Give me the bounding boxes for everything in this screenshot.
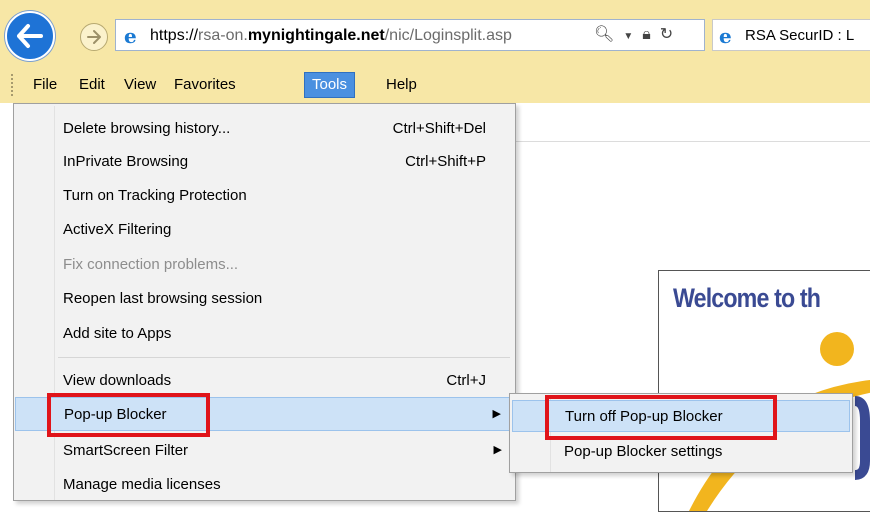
submenu-item-label: Pop-up Blocker settings (564, 443, 723, 460)
url-protocol: https:// (150, 27, 199, 44)
dropdown-arrow-icon[interactable]: ▼ (623, 27, 633, 47)
menu-edit[interactable]: Edit (72, 72, 112, 98)
menu-item-media-licenses[interactable]: Manage media licenses (15, 468, 514, 502)
nightingale-logo-icon (689, 332, 870, 511)
address-bar-row: e https://rsa-on.mynightingale.net/nic/L… (0, 0, 870, 66)
menu-favorites[interactable]: Favorites (167, 72, 243, 98)
url-subdomain: rsa-on. (198, 27, 248, 44)
menu-separator (58, 357, 510, 358)
menu-item-activex-filtering[interactable]: ActiveX Filtering (15, 213, 514, 247)
menu-bar: File Edit View Favorites Tools Help (0, 66, 870, 103)
forward-button[interactable] (80, 23, 108, 51)
menu-item-label: Reopen last browsing session (63, 290, 263, 307)
menu-item-label: SmartScreen Filter (63, 442, 189, 459)
tab-title: RSA SecurID : L (745, 27, 855, 44)
menu-view[interactable]: View (117, 72, 163, 98)
ie-logo-icon: e (124, 24, 137, 48)
arrow-left-icon (17, 24, 43, 48)
welcome-panel: Welcome to th (658, 270, 870, 512)
browser-tab[interactable]: e RSA SecurID : L (712, 19, 870, 51)
menu-item-delete-history[interactable]: Delete browsing history... Ctrl+Shift+De… (15, 112, 514, 146)
menu-item-shortcut: Ctrl+J (446, 372, 486, 389)
menubar-grip (11, 74, 15, 96)
highlight-turn-off-popup (545, 395, 777, 440)
menu-file[interactable]: File (26, 72, 64, 98)
menu-item-label: Add site to Apps (63, 325, 172, 342)
menu-help[interactable]: Help (379, 72, 424, 98)
menu-item-label: View downloads (63, 372, 172, 389)
tab-ie-icon: e (719, 24, 732, 48)
url-text[interactable]: https://rsa-on.mynightingale.net/nic/Log… (150, 27, 590, 45)
tools-menu: Delete browsing history... Ctrl+Shift+De… (13, 103, 516, 501)
menu-item-label: Fix connection problems... (63, 256, 239, 273)
arrow-right-icon (87, 30, 101, 44)
submenu-arrow-icon: ▶ (493, 444, 502, 456)
lock-icon[interactable]: 🔒︎ (642, 25, 651, 45)
highlight-popup-blocker (47, 393, 210, 437)
menu-item-tracking-protection[interactable]: Turn on Tracking Protection (15, 179, 514, 213)
menu-item-add-to-apps[interactable]: Add site to Apps (15, 317, 514, 351)
menu-item-smartscreen[interactable]: SmartScreen Filter ▶ (15, 434, 514, 468)
page-divider (515, 141, 870, 142)
submenu-arrow-icon: ▶ (492, 408, 501, 420)
url-domain: mynightingale.net (247, 27, 385, 44)
back-button[interactable] (5, 11, 55, 61)
menu-item-label: Manage media licenses (63, 476, 221, 493)
menu-item-label: ActiveX Filtering (63, 221, 172, 238)
menu-tools[interactable]: Tools (304, 72, 356, 98)
menu-item-label: Turn on Tracking Protection (63, 187, 247, 204)
url-path: /nic/Loginsplit.asp (384, 27, 512, 44)
search-icon[interactable]: 🔍︎ (594, 25, 614, 45)
menu-item-shortcut: Ctrl+Shift+P (405, 153, 486, 170)
menu-item-reopen-session[interactable]: Reopen last browsing session (15, 282, 514, 316)
menu-item-label: Delete browsing history... (63, 120, 231, 137)
menu-item-inprivate[interactable]: InPrivate Browsing Ctrl+Shift+P (15, 145, 514, 179)
submenu-item-settings[interactable]: Pop-up Blocker settings (512, 436, 850, 468)
address-field[interactable]: e https://rsa-on.mynightingale.net/nic/L… (115, 19, 705, 51)
menu-item-label: InPrivate Browsing (63, 153, 189, 170)
menu-item-shortcut: Ctrl+Shift+Del (392, 120, 486, 137)
menu-item-fix-connection: Fix connection problems... (15, 248, 514, 282)
refresh-icon[interactable]: ↻ (660, 25, 673, 45)
